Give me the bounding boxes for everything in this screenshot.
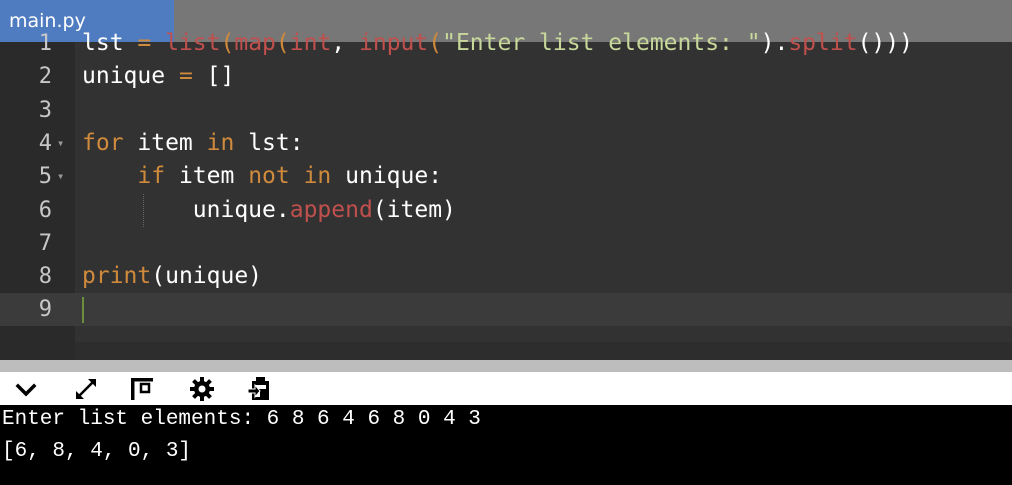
code-token: (unique) <box>151 263 263 290</box>
code-line[interactable]: 5 ▾ if item not in unique: <box>0 160 1012 193</box>
chevron-down-icon[interactable] <box>12 375 40 403</box>
code-token: unique: <box>345 163 443 190</box>
code-token: for <box>82 129 138 156</box>
code-text: unique.append(item) <box>82 194 456 227</box>
code-line[interactable]: 6 unique.append(item) <box>0 193 1012 227</box>
code-token: = <box>178 63 207 90</box>
fold-toggle-icon[interactable]: ▾ <box>57 160 69 193</box>
code-token: ( <box>428 30 443 56</box>
console-toolbar <box>0 372 1012 405</box>
code-token: lst <box>82 30 138 56</box>
code-text: unique = [] <box>82 60 234 93</box>
fold-toggle-icon[interactable]: ▾ <box>57 127 69 160</box>
code-line[interactable]: 1 lst = list(map(int, input("Enter list e… <box>0 27 1012 60</box>
code-token: if <box>137 163 179 190</box>
code-token: ( <box>275 30 290 56</box>
code-line[interactable]: 9 <box>0 293 1012 327</box>
code-text: print(unique) <box>82 260 262 293</box>
code-token: map <box>234 30 276 56</box>
code-token: in <box>206 129 249 156</box>
code-token: unique <box>82 63 179 90</box>
code-token: = <box>137 30 166 56</box>
code-editor[interactable]: 1 lst = list(map(int, input("Enter list e… <box>0 30 1012 402</box>
code-text: for item in lst: <box>82 127 304 160</box>
line-number: 9 <box>38 297 52 323</box>
code-token: "Enter list elements: " <box>442 30 761 56</box>
code-token: ())) <box>857 30 913 56</box>
code-token: in <box>303 163 346 190</box>
code-line[interactable]: 4 ▾ for item in lst: <box>0 127 1012 160</box>
line-number: 3 <box>38 97 52 123</box>
line-number: 4 <box>38 130 52 156</box>
code-line[interactable]: 7 <box>0 227 1012 260</box>
code-token: input <box>359 30 429 56</box>
line-number: 7 <box>38 230 52 256</box>
code-token: , <box>331 30 359 56</box>
line-number: 1 <box>38 31 52 56</box>
code-token: lst: <box>248 129 304 156</box>
layout-icon[interactable] <box>128 375 156 403</box>
code-token: ( <box>220 30 235 56</box>
line-number: 6 <box>38 197 52 223</box>
code-token: list <box>165 30 221 56</box>
code-line[interactable]: 3 <box>0 94 1012 127</box>
expand-icon[interactable] <box>72 375 100 403</box>
gear-icon[interactable] <box>188 375 216 403</box>
line-number: 8 <box>38 264 52 290</box>
console-line-prompt: Enter list elements: 6 8 6 4 6 8 0 4 3 <box>2 408 481 431</box>
code-token: item <box>137 129 207 156</box>
line-number: 5 <box>38 164 52 190</box>
code-token: item <box>178 163 249 190</box>
console-output[interactable]: Enter list elements: 6 8 6 4 6 8 0 4 3 [… <box>0 405 1012 485</box>
code-token: (item) <box>372 196 456 223</box>
ide-window: main.py 1 lst = list(map(int, input("Ente… <box>0 0 1012 485</box>
code-token: print <box>82 263 152 290</box>
code-token: append <box>289 196 373 223</box>
code-token: not <box>248 163 304 190</box>
code-line[interactable]: 8 print(unique) <box>0 260 1012 293</box>
code-token: split <box>788 30 858 56</box>
code-token: [] <box>206 63 235 90</box>
code-token: unique. <box>82 196 290 223</box>
code-text: if item not in unique: <box>82 160 442 193</box>
code-text: lst = list(map(int, input("Enter list el… <box>82 27 913 60</box>
panel-splitter[interactable] <box>0 360 1012 372</box>
code-token: int <box>289 30 332 56</box>
clipboard-icon[interactable] <box>245 375 273 403</box>
code-line[interactable]: 2 unique = [] <box>0 60 1012 93</box>
console-line-result: [6, 8, 4, 0, 3] <box>2 440 192 463</box>
code-token: ). <box>760 30 789 56</box>
line-number: 2 <box>38 64 52 90</box>
text-cursor <box>82 297 84 324</box>
